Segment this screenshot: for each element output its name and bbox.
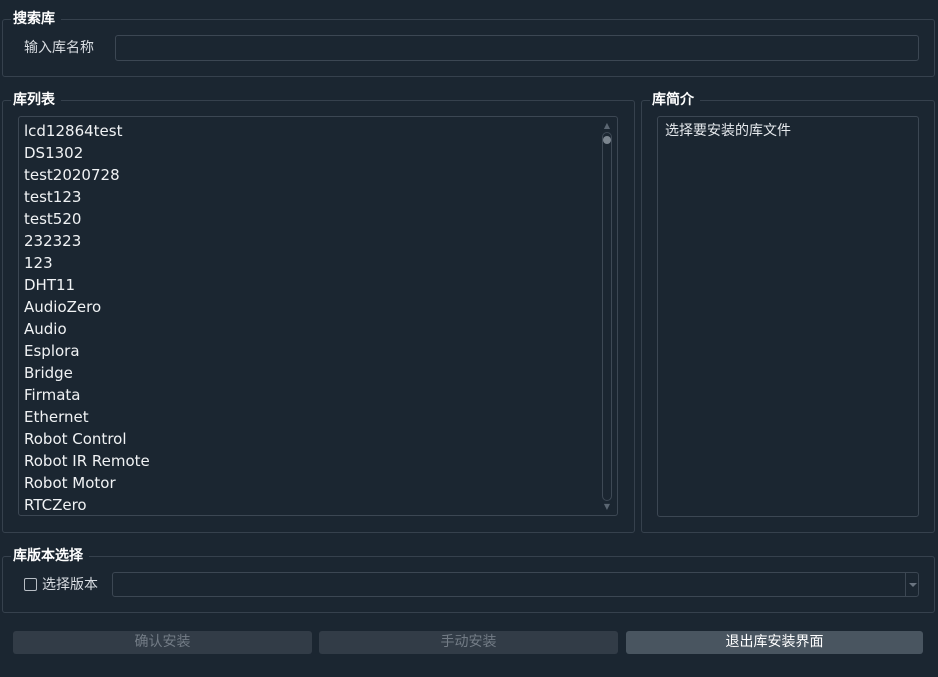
list-item[interactable]: Ethernet: [24, 406, 597, 428]
description-box: 选择要安装的库文件: [657, 116, 919, 517]
chevron-down-icon[interactable]: [909, 583, 917, 587]
list-item[interactable]: DS1302: [24, 142, 597, 164]
list-item[interactable]: RTCZero: [24, 494, 597, 515]
list-item[interactable]: Robot IR Remote: [24, 450, 597, 472]
version-checkbox-label[interactable]: 选择版本: [42, 577, 98, 593]
list-item[interactable]: Robot Control: [24, 428, 597, 450]
list-item[interactable]: Audio: [24, 318, 597, 340]
list-item[interactable]: test123: [24, 186, 597, 208]
scroll-handle[interactable]: [603, 136, 611, 144]
search-label: 输入库名称: [24, 40, 94, 56]
list-item[interactable]: Esplora: [24, 340, 597, 362]
version-select[interactable]: [112, 572, 919, 597]
manual-install-button[interactable]: 手动安装: [319, 631, 618, 654]
list-item[interactable]: 123: [24, 252, 597, 274]
exit-install-button[interactable]: 退出库安装界面: [626, 631, 923, 654]
confirm-install-button[interactable]: 确认安装: [13, 631, 312, 654]
library-list-items: lcd12864test DS1302 test2020728 test123 test…: [24, 120, 597, 515]
list-item[interactable]: lcd12864test: [24, 120, 597, 142]
scroll-up-icon[interactable]: ▲: [601, 122, 613, 130]
scroll-down-icon[interactable]: ▼: [601, 503, 613, 511]
version-checkbox[interactable]: [24, 578, 37, 591]
library-list-group-title: 库列表: [11, 92, 61, 108]
version-group-title: 库版本选择: [11, 548, 89, 564]
scroll-track[interactable]: [602, 132, 612, 501]
list-item[interactable]: Bridge: [24, 362, 597, 384]
list-item[interactable]: AudioZero: [24, 296, 597, 318]
description-group-title: 库简介: [650, 92, 700, 108]
list-item[interactable]: Robot Motor: [24, 472, 597, 494]
list-item[interactable]: test2020728: [24, 164, 597, 186]
list-item[interactable]: test520: [24, 208, 597, 230]
version-select-divider: [905, 573, 906, 596]
search-group-title: 搜索库: [11, 11, 61, 27]
list-item[interactable]: Firmata: [24, 384, 597, 406]
library-list-scrollbar[interactable]: ▲ ▼: [601, 122, 613, 511]
search-input[interactable]: [115, 35, 919, 61]
list-item[interactable]: DHT11: [24, 274, 597, 296]
description-text: 选择要安装的库文件: [665, 123, 791, 139]
library-list[interactable]: lcd12864test DS1302 test2020728 test123 test…: [18, 116, 618, 516]
list-item[interactable]: 232323: [24, 230, 597, 252]
